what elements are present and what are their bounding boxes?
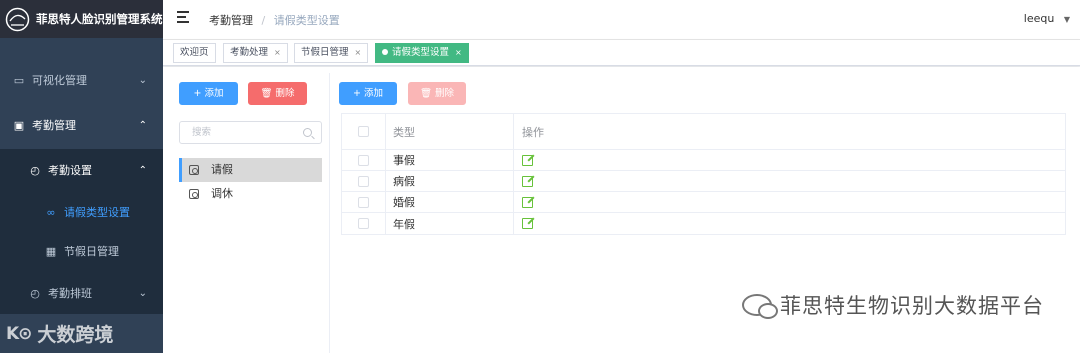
close-icon[interactable]: × — [355, 48, 362, 57]
type-cell: 病假 — [385, 171, 513, 191]
category-panel: + 添加 🗑 删除 搜索 请假 调休 — [172, 73, 330, 353]
plus-icon: + — [193, 88, 202, 99]
caret-down-icon: ▼ — [1063, 15, 1070, 24]
corner-watermark: K⊙ 大数跨境 — [6, 320, 113, 347]
delete-type-button[interactable]: 🗑 删除 — [408, 82, 466, 105]
table-row: 年假 — [342, 213, 1065, 234]
watermark-text: 大数跨境 — [37, 324, 114, 346]
watermark-logo: K⊙ — [6, 323, 32, 344]
wechat-icon — [742, 294, 778, 319]
tag-leave-type-settings[interactable]: 请假类型设置 × — [375, 43, 469, 63]
folder-icon — [189, 189, 199, 199]
tag-label: 节假日管理 — [301, 47, 349, 58]
sidebar-item-leave-type-settings[interactable]: ∞ 请假类型设置 — [0, 191, 163, 233]
tag-label: 请假类型设置 — [392, 47, 450, 58]
tag-holiday-management[interactable]: 节假日管理 × — [294, 43, 369, 63]
tag-attendance-processing[interactable]: 考勤处理 × — [223, 43, 288, 63]
chevron-up-icon: ⌃ — [138, 119, 147, 131]
row-checkbox[interactable] — [358, 175, 369, 187]
leave-type-table: 类型 操作 事假 病假 婚假 年假 — [341, 113, 1066, 235]
tree-node-leave[interactable]: 请假 — [179, 158, 322, 182]
calendar-check-icon: ▣ — [13, 118, 25, 132]
sidebar-item-scheduling[interactable]: ◴ 考勤排班 ⌄ — [0, 272, 163, 314]
table-row: 事假 — [342, 150, 1065, 171]
link-icon: ∞ — [46, 205, 56, 219]
button-label: 删除 — [275, 88, 295, 99]
type-cell: 事假 — [385, 150, 513, 170]
search-input[interactable]: 搜索 — [179, 121, 322, 144]
button-label: 添加 — [363, 88, 383, 99]
active-dot-icon — [382, 48, 388, 55]
app-title: 菲思特人脸识别管理系统 — [36, 12, 163, 26]
column-header-type: 类型 — [385, 114, 513, 149]
folder-icon — [189, 165, 199, 175]
breadcrumb-item[interactable]: 考勤管理 — [209, 14, 253, 27]
table-row: 婚假 — [342, 192, 1065, 213]
sidebar-item-attendance-settings[interactable]: ◴ 考勤设置 ⌃ — [0, 149, 163, 191]
add-type-button[interactable]: + 添加 — [339, 82, 397, 105]
edit-icon[interactable] — [522, 196, 533, 208]
hamburger-icon[interactable] — [177, 11, 191, 25]
delete-category-button[interactable]: 🗑 删除 — [248, 82, 307, 105]
trash-icon: 🗑 — [260, 88, 273, 99]
tag-welcome[interactable]: 欢迎页 — [173, 43, 216, 63]
navbar: 考勤管理 / 请假类型设置 leequ ▼ — [163, 0, 1080, 40]
row-checkbox[interactable] — [358, 154, 369, 166]
sidebar-item-label: 考勤设置 — [48, 164, 92, 177]
clock-icon: ◴ — [30, 163, 40, 177]
watermark-text: 菲思特生物识别大数据平台 — [780, 294, 1044, 318]
breadcrumb-separator: / — [261, 14, 266, 27]
add-category-button[interactable]: + 添加 — [179, 82, 238, 105]
table-row: 病假 — [342, 171, 1065, 192]
tag-label: 欢迎页 — [180, 47, 209, 58]
row-checkbox[interactable] — [358, 218, 369, 229]
sidebar-item-label: 可视化管理 — [32, 74, 87, 87]
button-label: 删除 — [435, 88, 455, 99]
brand: 菲思特人脸识别管理系统 — [0, 0, 163, 38]
chevron-down-icon: ⌄ — [138, 287, 147, 299]
select-all-checkbox[interactable] — [358, 126, 369, 137]
plus-icon: + — [353, 88, 361, 99]
sidebar-item-label: 请假类型设置 — [64, 206, 130, 219]
user-menu[interactable]: leequ ▼ — [1024, 12, 1070, 25]
chevron-down-icon: ⌄ — [138, 74, 147, 86]
tree-node-label: 请假 — [211, 163, 233, 176]
watermark: 菲思特生物识别大数据平台 — [742, 290, 1044, 320]
sidebar-item-label: 考勤排班 — [48, 287, 92, 300]
type-cell: 年假 — [385, 213, 513, 234]
sidebar-item-holiday-management[interactable]: ▦ 节假日管理 — [0, 230, 163, 272]
close-icon[interactable]: × — [274, 48, 281, 57]
sidebar-item-label: 考勤管理 — [32, 119, 76, 132]
type-cell: 婚假 — [385, 192, 513, 212]
edit-icon[interactable] — [522, 175, 533, 187]
calendar-icon: ▦ — [45, 244, 57, 258]
sidebar-item-visualization[interactable]: ▭ 可视化管理 ⌄ — [0, 59, 163, 101]
table-header: 类型 操作 — [342, 114, 1065, 150]
button-label: 添加 — [204, 88, 224, 99]
search-placeholder: 搜索 — [192, 127, 212, 138]
sidebar: 菲思特人脸识别管理系统 ▭ 可视化管理 ⌄ ▣ 考勤管理 ⌃ ◴ 考勤设置 ⌃ … — [0, 0, 163, 353]
edit-icon[interactable] — [522, 154, 533, 166]
edit-icon[interactable] — [522, 218, 533, 229]
sidebar-item-label: 节假日管理 — [64, 245, 119, 258]
username: leequ — [1023, 12, 1055, 25]
sidebar-item-attendance[interactable]: ▣ 考勤管理 ⌃ — [0, 104, 163, 146]
tree-node-label: 调休 — [211, 187, 233, 200]
logo-icon — [5, 7, 30, 31]
tag-label: 考勤处理 — [230, 47, 269, 58]
tree-node-compensatory[interactable]: 调休 — [179, 182, 322, 206]
breadcrumb-current: 请假类型设置 — [273, 14, 340, 27]
trash-icon: 🗑 — [419, 88, 433, 99]
close-icon[interactable]: × — [455, 48, 462, 57]
column-header-operation: 操作 — [513, 114, 1065, 149]
search-icon — [303, 128, 312, 137]
monitor-icon: ▭ — [13, 73, 25, 87]
chevron-up-icon: ⌃ — [138, 164, 147, 176]
tags-view: 欢迎页 考勤处理 × 节假日管理 × 请假类型设置 × — [163, 40, 1080, 66]
clock-icon: ◴ — [30, 286, 40, 300]
breadcrumb: 考勤管理 / 请假类型设置 — [209, 12, 340, 28]
row-checkbox[interactable] — [358, 196, 369, 208]
